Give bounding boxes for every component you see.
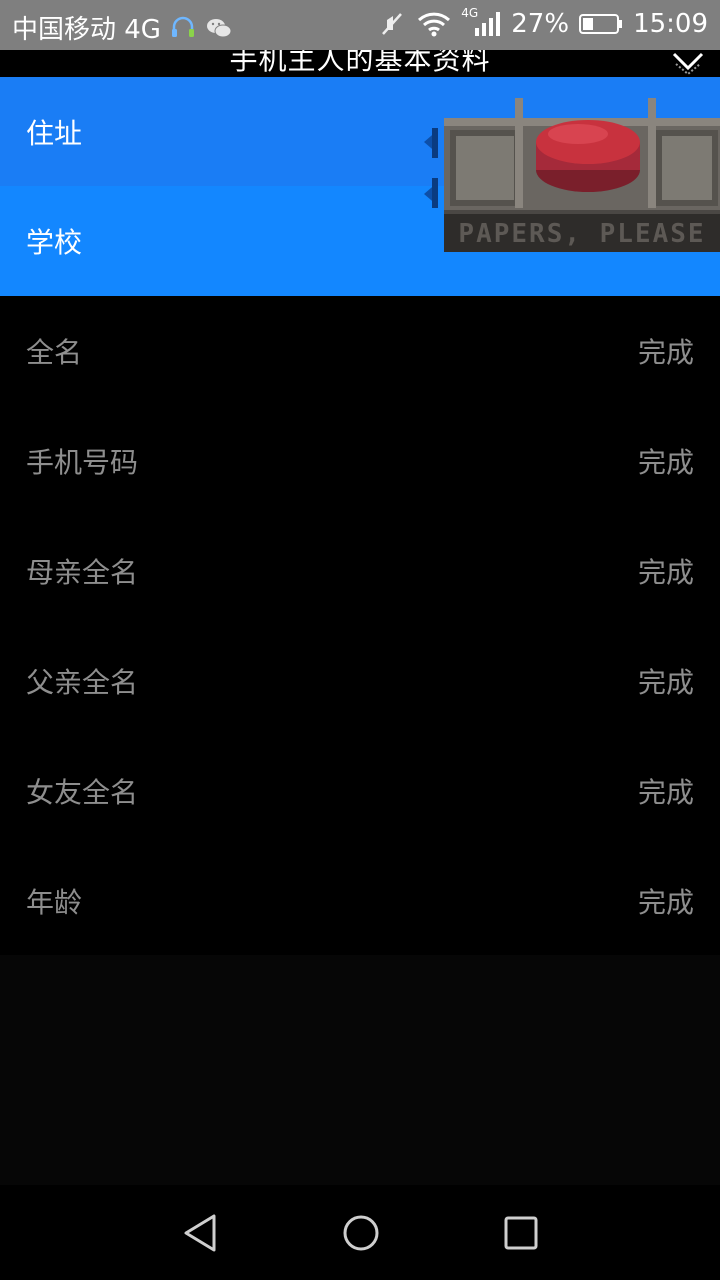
wechat-icon (206, 18, 232, 37)
empty-footer (0, 955, 720, 1185)
close-chevron-icon[interactable] (670, 50, 706, 77)
row-label: 学校 (26, 226, 83, 259)
list-item[interactable]: 年龄 完成 (0, 846, 720, 956)
headset-icon (171, 16, 194, 37)
row-label: 女友全名 (26, 776, 139, 809)
recent-apps-icon[interactable] (491, 1203, 551, 1263)
logo-text: PAPERS, PLEASE (458, 219, 705, 249)
row-status: 完成 (637, 446, 694, 479)
clock: 15:09 (633, 9, 708, 39)
navigation-bar (0, 1185, 720, 1280)
back-icon[interactable] (170, 1203, 230, 1263)
carrier-label: 中国移动 4G (12, 15, 161, 45)
header: 手机主人的基本资料 (0, 50, 720, 77)
signal-icon: 4G (461, 6, 501, 38)
list-item[interactable]: 母亲全名 完成 (0, 516, 720, 626)
game-logo: PAPERS, PLEASE (424, 98, 720, 252)
row-status: 完成 (637, 336, 694, 369)
row-status: 完成 (637, 776, 694, 809)
row-status: 完成 (637, 666, 694, 699)
page-title: 手机主人的基本资料 (229, 50, 491, 76)
list-item[interactable]: 手机号码 完成 (0, 406, 720, 516)
row-label: 住址 (26, 116, 83, 150)
row-label: 全名 (26, 336, 83, 369)
list-item[interactable]: 父亲全名 完成 (0, 626, 720, 736)
list-item[interactable]: 全名 完成 (0, 296, 720, 406)
list-item[interactable]: 女友全名 完成 (0, 736, 720, 846)
status-bar: 中国移动 4G 4G 27% 15:09 (0, 0, 720, 50)
mute-icon (382, 13, 403, 35)
row-label: 手机号码 (26, 446, 139, 479)
battery-percent: 27% (511, 9, 570, 39)
row-label: 年龄 (26, 886, 83, 919)
wifi-icon (418, 12, 451, 37)
row-label: 父亲全名 (26, 666, 139, 699)
battery-icon (579, 14, 623, 34)
row-status: 完成 (637, 556, 694, 589)
home-icon[interactable] (331, 1203, 391, 1263)
row-label: 母亲全名 (26, 556, 139, 589)
row-status: 完成 (637, 886, 694, 919)
